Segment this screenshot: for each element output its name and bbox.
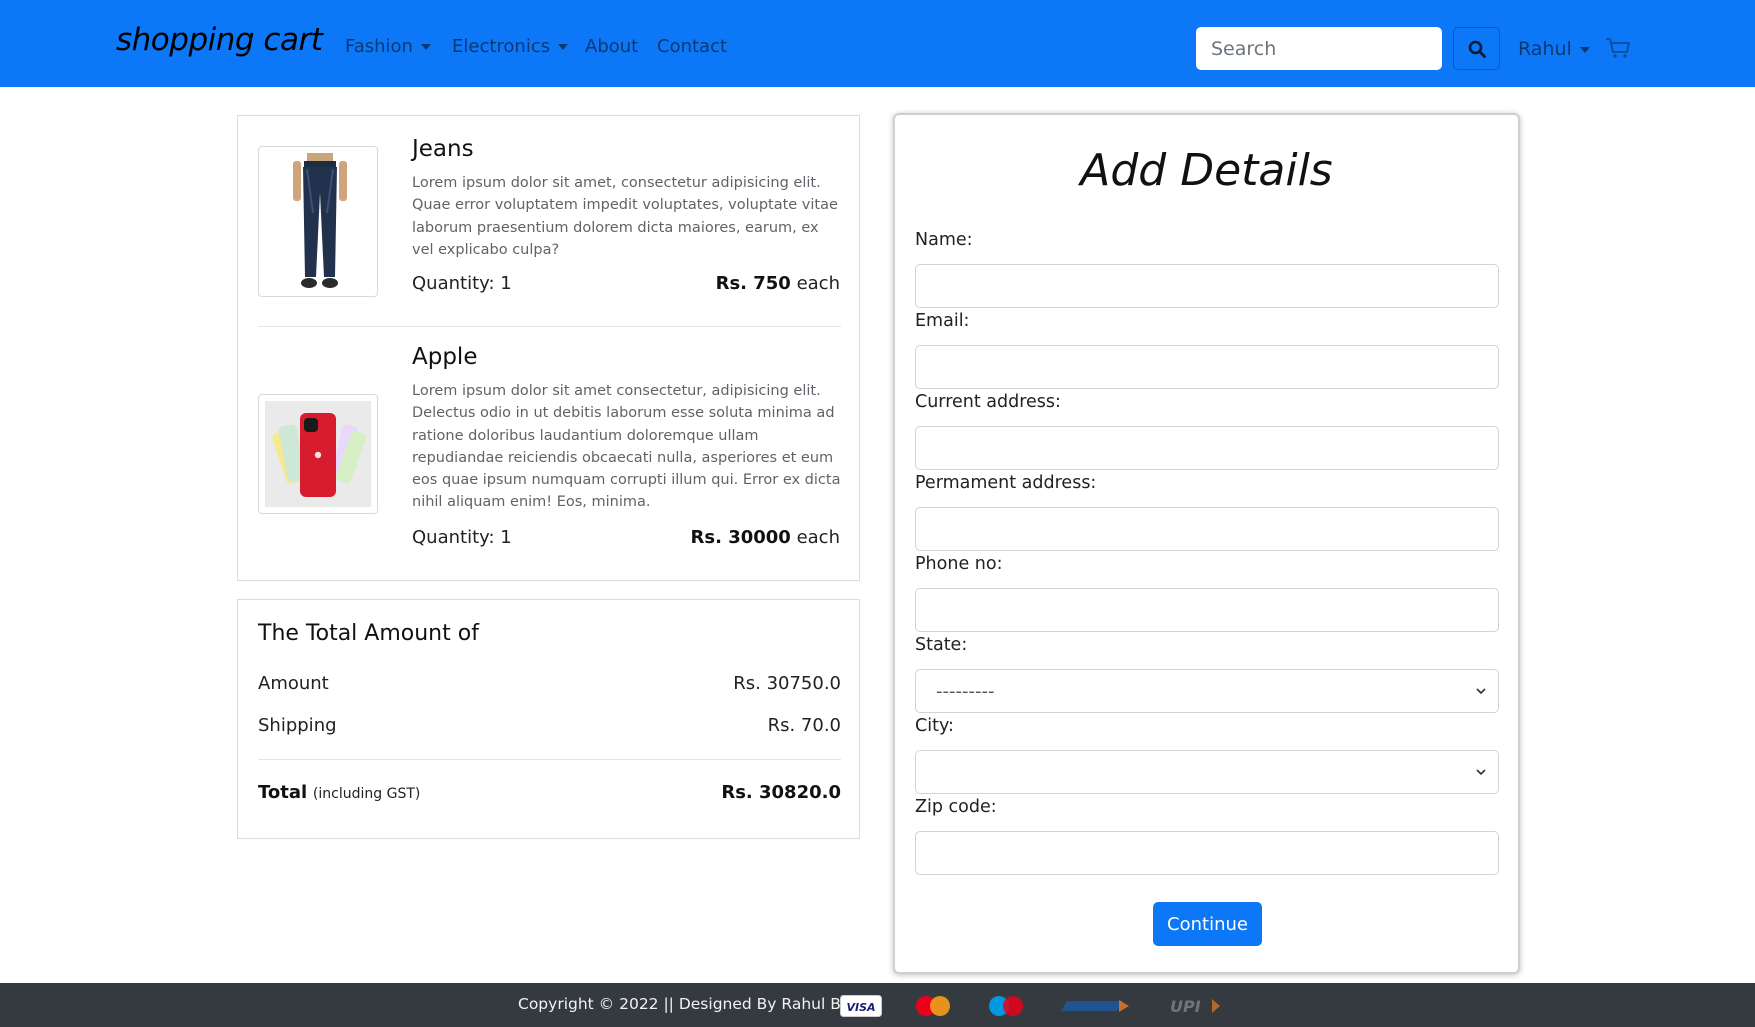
item-price-suffix: each	[796, 527, 840, 548]
copyright-text: Copyright © 2022 || Designed By Rahul Bo…	[518, 995, 884, 1013]
total-row: Total (including GST) Rs. 30820.0	[258, 782, 841, 803]
permanent-address-field[interactable]	[915, 507, 1499, 551]
total-note: (including GST)	[312, 786, 421, 802]
continue-button[interactable]: Continue	[1153, 902, 1262, 946]
mastercard-icon	[916, 996, 950, 1016]
add-details-form: Add Details Name: Email: Current address…	[893, 113, 1520, 974]
nav-electronics-label: Electronics	[452, 36, 551, 57]
item-quantity: Quantity: 1	[412, 527, 512, 548]
item-quantity: Quantity: 1	[412, 273, 512, 294]
brand-logo[interactable]: shopping cart	[116, 22, 323, 58]
item-price: Rs. 30000 each	[691, 527, 840, 548]
state-selected-value: ---------	[936, 680, 995, 702]
user-menu-dropdown[interactable]: Rahul	[1518, 38, 1590, 60]
current-address-field[interactable]	[915, 426, 1499, 470]
upi-icon: UPI	[1170, 997, 1220, 1016]
shipping-row: Shipping Rs. 70.0	[258, 715, 841, 736]
nav-electronics-dropdown[interactable]: Electronics	[452, 36, 569, 57]
shipping-value: Rs. 70.0	[767, 715, 841, 736]
rupay-icon	[1061, 1000, 1129, 1012]
item-title: Apple	[412, 344, 478, 370]
iphone-product-image	[258, 394, 378, 514]
summary-title: The Total Amount of	[258, 621, 479, 646]
item-price: Rs. 750 each	[716, 273, 840, 294]
item-price-suffix: each	[796, 273, 840, 294]
navbar: shopping cart Fashion Electronics About …	[0, 0, 1755, 87]
email-label: Email:	[915, 311, 970, 331]
amount-row: Amount Rs. 30750.0	[258, 673, 841, 694]
zip-field[interactable]	[915, 831, 1499, 875]
current-address-label: Current address:	[915, 392, 1061, 412]
visa-logo-text: VISA	[846, 1001, 875, 1014]
state-select[interactable]: ---------	[915, 669, 1499, 713]
caret-down-icon	[1579, 46, 1590, 53]
item-divider	[258, 326, 841, 327]
amount-label: Amount	[258, 673, 329, 694]
form-title: Add Details	[1080, 145, 1333, 196]
zip-label: Zip code:	[915, 797, 997, 817]
amount-value: Rs. 30750.0	[733, 673, 841, 694]
item-description: Lorem ipsum dolor sit amet, consectetur …	[412, 175, 838, 258]
total-value: Rs. 30820.0	[721, 782, 841, 803]
visa-icon: VISA	[840, 995, 882, 1017]
permanent-address-label: Permament address:	[915, 473, 1097, 493]
maestro-icon	[989, 996, 1023, 1016]
summary-divider	[258, 759, 841, 760]
chevron-down-icon	[1476, 688, 1486, 695]
name-field[interactable]	[915, 264, 1499, 308]
cart-icon[interactable]	[1605, 37, 1631, 59]
order-summary-card: The Total Amount of Amount Rs. 30750.0 S…	[237, 599, 860, 839]
nav-about-link[interactable]: About	[585, 36, 638, 57]
city-label: City:	[915, 716, 954, 736]
item-price-value: Rs. 30000	[690, 527, 791, 548]
search-button[interactable]	[1453, 27, 1500, 70]
phone-field[interactable]	[915, 588, 1499, 632]
name-label: Name:	[915, 230, 973, 250]
item-price-value: Rs. 750	[715, 273, 791, 294]
state-label: State:	[915, 635, 968, 655]
email-field[interactable]	[915, 345, 1499, 389]
total-label: Total	[258, 782, 308, 803]
city-select[interactable]	[915, 750, 1499, 794]
nav-contact-link[interactable]: Contact	[657, 36, 727, 57]
search-icon	[1468, 40, 1486, 58]
shipping-label: Shipping	[258, 715, 337, 736]
caret-down-icon	[420, 44, 431, 50]
nav-fashion-dropdown[interactable]: Fashion	[345, 36, 431, 57]
nav-fashion-label: Fashion	[345, 36, 413, 57]
user-name: Rahul	[1518, 38, 1572, 60]
caret-down-icon	[558, 44, 569, 50]
item-title: Jeans	[412, 136, 474, 162]
phone-label: Phone no:	[915, 554, 1003, 574]
cart-items-card: Jeans Lorem ipsum dolor sit amet, consec…	[237, 115, 860, 581]
footer: Copyright © 2022 || Designed By Rahul Bo…	[0, 983, 1755, 1027]
upi-logo-text: UPI	[1170, 997, 1201, 1016]
search-input[interactable]	[1196, 27, 1442, 70]
item-description: Lorem ipsum dolor sit amet consectetur, …	[412, 383, 841, 511]
chevron-down-icon	[1476, 769, 1486, 776]
jeans-product-image	[258, 146, 378, 297]
